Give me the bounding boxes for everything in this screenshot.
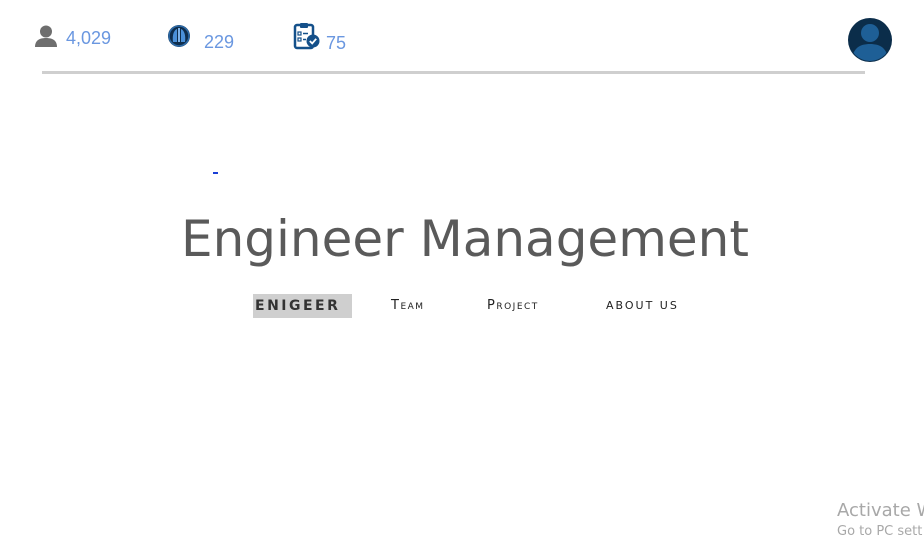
watermark-line-1: Activate W <box>837 500 924 521</box>
user-icon <box>35 25 57 47</box>
nav-item-enigeer[interactable]: Enigeer <box>253 294 352 318</box>
engineers-stat: 229 <box>166 25 234 51</box>
nav-item-team[interactable]: Team <box>389 294 427 318</box>
page-title-text: Engineer Management <box>181 210 749 268</box>
projects-count: 75 <box>326 33 347 53</box>
engineer-icon <box>168 25 190 47</box>
page-title: Engineer Management <box>0 208 924 270</box>
users-count: 4,029 <box>66 28 112 48</box>
page: 4,029 229 75 Engineer Management ENIGEER… <box>0 0 924 560</box>
nav-item-about-us[interactable]: about us <box>604 294 681 318</box>
nav-item-project[interactable]: Project <box>485 294 541 318</box>
profile-avatar-icon[interactable] <box>848 18 892 62</box>
header-divider <box>42 71 865 74</box>
main-nav: Enigeer Team Project about us <box>0 294 924 320</box>
clipboard-check-icon <box>293 23 320 50</box>
activation-watermark: Activate W Go to PC sett <box>837 500 924 542</box>
projects-stat: 75 <box>293 22 347 53</box>
engineers-count: 229 <box>204 32 235 52</box>
users-stat: 4,029 <box>34 25 111 47</box>
watermark-line-2: Go to PC sett <box>837 524 923 539</box>
small-dash-mark <box>213 172 218 174</box>
